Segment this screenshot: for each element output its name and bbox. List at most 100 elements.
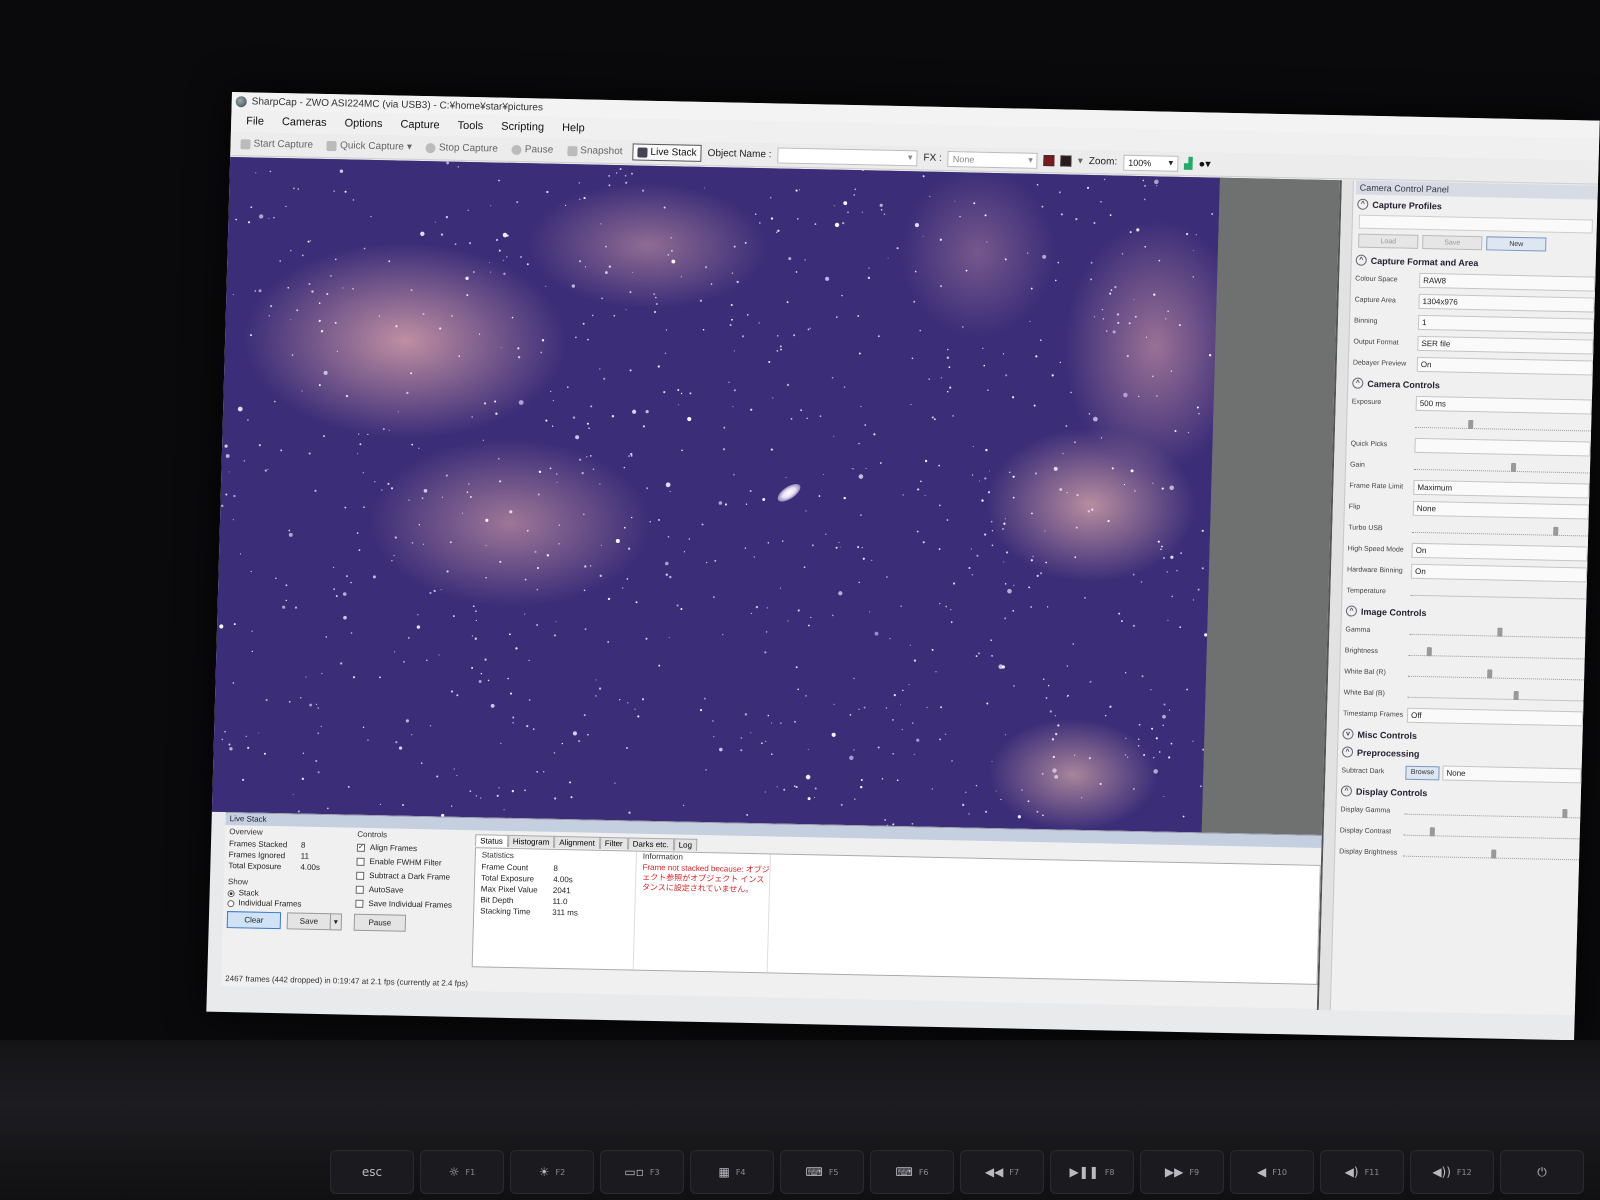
menu-options[interactable]: Options — [337, 115, 389, 132]
slider-thumb[interactable] — [1562, 808, 1568, 818]
flip-select[interactable]: None — [1412, 500, 1590, 520]
tab-histogram[interactable]: Histogram — [507, 834, 555, 848]
star — [657, 518, 661, 522]
star — [398, 746, 403, 750]
hardware-binning-select[interactable]: On — [1410, 563, 1588, 583]
color-swatch-red[interactable] — [1043, 155, 1055, 167]
star — [1036, 183, 1039, 186]
slider-thumb[interactable] — [1491, 849, 1497, 859]
colour-space-label: Colour Space — [1355, 275, 1398, 284]
menu-file[interactable]: File — [239, 113, 271, 130]
save-dropdown-button[interactable]: ▾ — [329, 913, 343, 931]
tab-status[interactable]: Status — [475, 834, 509, 847]
star — [800, 409, 803, 412]
slider-thumb[interactable] — [1510, 462, 1516, 472]
load-profile-button[interactable]: Load — [1358, 233, 1419, 249]
slider-thumb[interactable] — [1430, 826, 1436, 836]
star — [619, 168, 622, 171]
display-gamma-slider[interactable] — [1404, 808, 1581, 818]
live-stack-button[interactable]: Live Stack — [632, 143, 702, 162]
browse-dark-button[interactable]: Browse — [1405, 765, 1440, 780]
tab-filter[interactable]: Filter — [599, 836, 628, 850]
quick-capture-button[interactable]: Quick Capture ▾ — [323, 138, 416, 155]
star — [733, 350, 735, 352]
star — [434, 221, 436, 223]
display-brightness-slider[interactable] — [1403, 849, 1580, 860]
slider-thumb[interactable] — [1487, 668, 1493, 679]
white-bal-r-slider[interactable] — [1408, 668, 1585, 680]
menu-capture[interactable]: Capture — [393, 116, 447, 133]
color-swatch-dark[interactable] — [1060, 155, 1072, 167]
high-speed-select[interactable]: On — [1411, 542, 1588, 562]
save-profile-button[interactable]: Save — [1422, 234, 1483, 251]
slider-thumb[interactable] — [1467, 419, 1474, 429]
section-capture-profiles[interactable]: ^ Capture Profiles — [1355, 195, 1597, 218]
star — [922, 235, 924, 237]
keyboard-key: ◀)) F12 — [1410, 1150, 1494, 1194]
star — [653, 293, 656, 296]
image-viewer[interactable] — [211, 156, 1340, 835]
star — [592, 468, 595, 471]
white-bal-b-slider[interactable] — [1407, 690, 1584, 701]
tab-alignment[interactable]: Alignment — [554, 835, 601, 849]
star — [981, 499, 984, 502]
display-contrast-slider[interactable] — [1403, 826, 1580, 839]
menu-tools[interactable]: Tools — [450, 118, 490, 135]
pause-stack-button[interactable]: Pause — [353, 913, 407, 932]
timestamp-select[interactable]: Off — [1406, 707, 1584, 727]
start-capture-button[interactable]: Start Capture — [236, 136, 317, 153]
star — [858, 352, 861, 355]
star — [418, 447, 420, 449]
star — [499, 480, 502, 483]
tab-log[interactable]: Log — [673, 838, 698, 851]
brightness-slider[interactable] — [1408, 646, 1585, 659]
stop-capture-button[interactable]: Stop Capture — [422, 140, 502, 157]
dark-frame-field[interactable]: None — [1442, 765, 1582, 784]
quick-picks-select[interactable] — [1414, 437, 1591, 457]
binning-select[interactable]: 1 — [1417, 314, 1595, 334]
high-speed-label: High Speed Mode — [1347, 545, 1404, 554]
gain-slider[interactable] — [1413, 462, 1591, 474]
capture-area-select[interactable]: 1304x976 — [1418, 293, 1595, 313]
histogram-icon[interactable]: ▟ — [1184, 157, 1193, 170]
star — [586, 456, 588, 458]
star — [1057, 261, 1060, 264]
star — [458, 355, 461, 358]
show-individual-radio[interactable]: Individual Frames — [227, 898, 347, 911]
star — [417, 613, 419, 616]
menu-cameras[interactable]: Cameras — [275, 114, 334, 131]
gamma-slider[interactable] — [1409, 627, 1586, 638]
menu-help[interactable]: Help — [555, 120, 592, 137]
frame-rate-select[interactable]: Maximum — [1413, 479, 1590, 499]
fx-select[interactable]: None ▾ — [947, 150, 1039, 169]
start-capture-label: Start Capture — [253, 138, 314, 151]
star — [268, 315, 270, 317]
zoom-select[interactable]: 100% ▾ — [1122, 154, 1179, 172]
pause-button[interactable]: Pause — [508, 142, 558, 158]
save-stack-button[interactable]: Save — [286, 912, 332, 931]
slider-thumb[interactable] — [1552, 526, 1559, 536]
slider-thumb[interactable] — [1497, 627, 1503, 637]
chevron-down-icon[interactable]: ▾ — [1078, 156, 1083, 167]
debayer-preview-select[interactable]: On — [1416, 356, 1594, 376]
keyboard-key: ⏻ — [1500, 1150, 1584, 1194]
tab-darks[interactable]: Darks etc. — [627, 837, 674, 851]
snapshot-button[interactable]: Snapshot — [563, 143, 627, 159]
output-format-select[interactable]: SER file — [1417, 335, 1594, 355]
dropdown-arrow-icon[interactable]: ▾ — [407, 142, 412, 153]
star — [873, 433, 876, 436]
star — [990, 639, 993, 642]
menu-scripting[interactable]: Scripting — [494, 119, 551, 136]
star — [1132, 624, 1136, 627]
clear-button[interactable]: Clear — [226, 911, 282, 930]
slider-thumb[interactable] — [1513, 690, 1519, 700]
turbo-usb-slider[interactable] — [1412, 526, 1589, 536]
focus-tool-icon[interactable]: ●▾ — [1198, 157, 1211, 170]
slider-thumb[interactable] — [1426, 646, 1432, 656]
save-individual-checkbox[interactable]: Save Individual Frames — [355, 897, 470, 913]
colour-space-select[interactable]: RAW8 — [1418, 272, 1596, 292]
exposure-slider[interactable] — [1415, 419, 1592, 432]
new-profile-button[interactable]: New — [1486, 236, 1547, 252]
exposure-field[interactable]: 500 ms — [1415, 395, 1592, 415]
object-name-field[interactable]: ▾ — [777, 146, 918, 166]
